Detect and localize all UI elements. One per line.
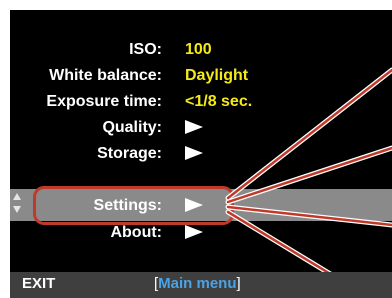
camera-menu-screen: ISO: 100 White balance: Daylight Exposur… [10,10,392,298]
callout-pointer-lines [225,67,392,298]
menu-title: [Main menu] [154,275,241,292]
bottom-bar: EXIT [Main menu] [10,272,392,298]
bracket-close: ] [236,275,241,292]
exit-button[interactable]: EXIT [22,275,55,292]
menu-title-text: Main menu [158,275,237,292]
